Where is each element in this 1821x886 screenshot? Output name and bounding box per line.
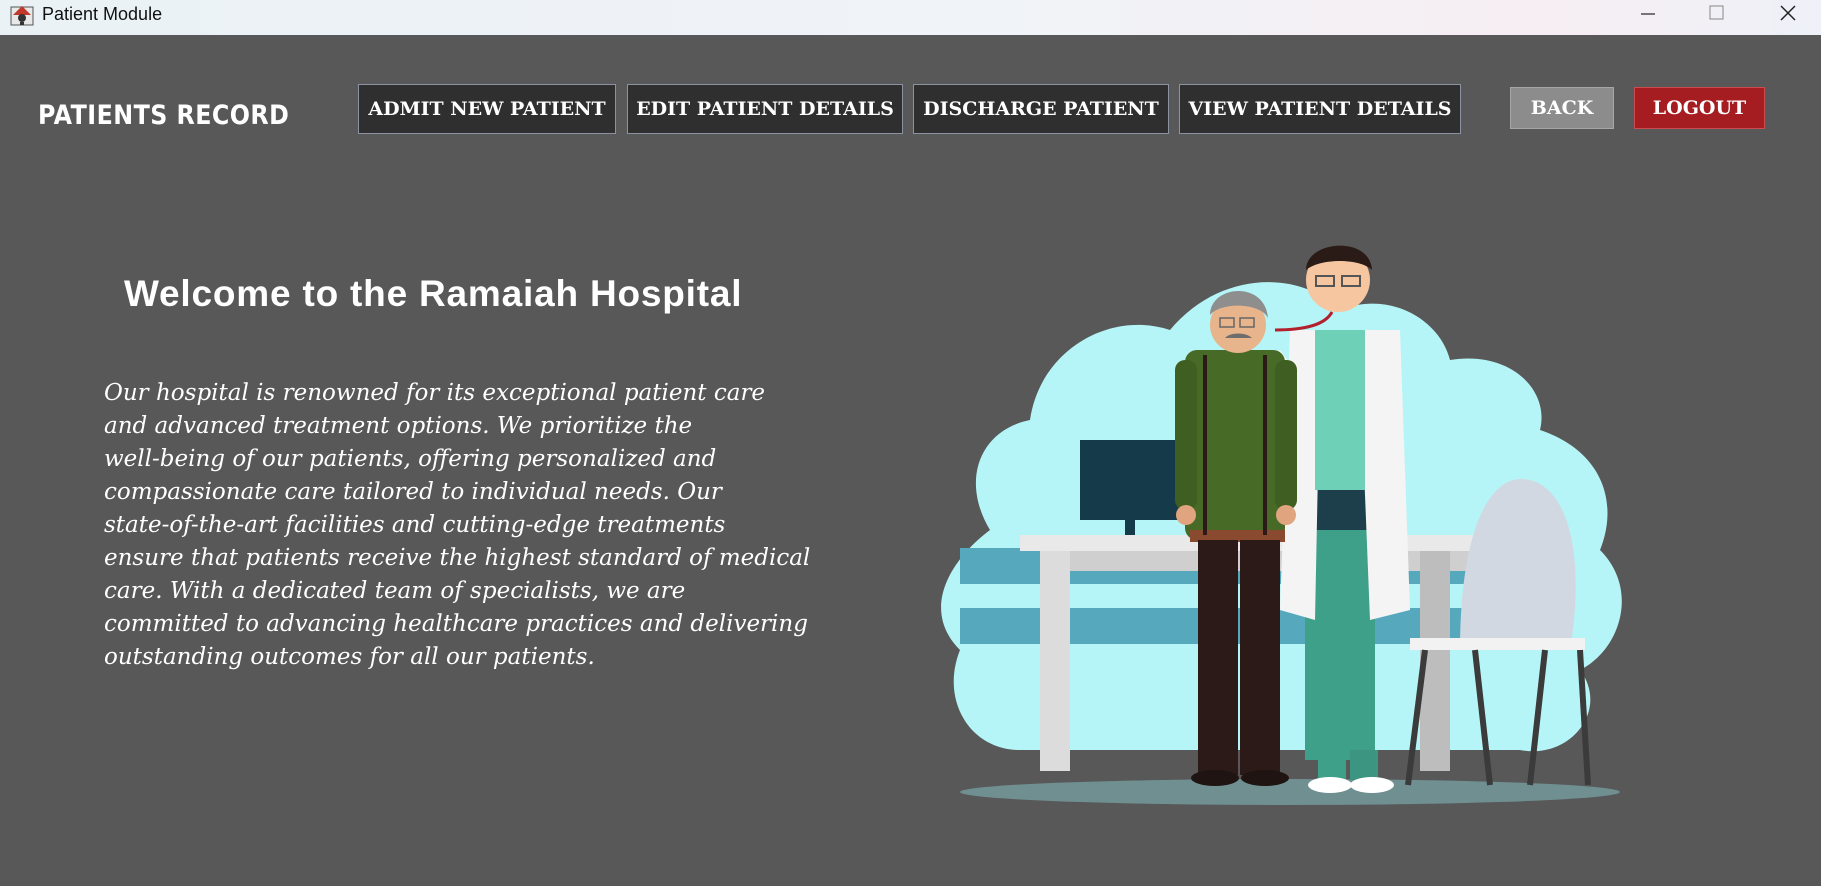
window-titlebar: Patient Module	[0, 0, 1821, 35]
desk-leg	[1040, 551, 1070, 771]
description-line: committed to advancing healthcare practi…	[104, 611, 808, 637]
minimize-icon[interactable]	[1622, 0, 1674, 30]
admit-new-patient-button[interactable]: ADMIT NEW PATIENT	[358, 84, 616, 134]
back-button[interactable]: BACK	[1510, 87, 1614, 129]
discharge-patient-button[interactable]: DISCHARGE PATIENT	[913, 84, 1169, 134]
description-line: care. With a dedicated team of specialis…	[104, 578, 686, 604]
description-line: Our hospital is renowned for its excepti…	[104, 380, 766, 406]
description-line: well-being of our patients, offering per…	[104, 446, 717, 472]
edit-patient-details-button[interactable]: EDIT PATIENT DETAILS	[627, 84, 903, 134]
description-line: outstanding outcomes for all our patient…	[104, 644, 595, 670]
description-line: compassionate care tailored to individua…	[104, 479, 722, 505]
hospital-description: Our hospital is renowned for its excepti…	[104, 377, 811, 674]
close-icon[interactable]	[1762, 0, 1814, 30]
description-line: state-of-the-art facilities and cutting-…	[104, 512, 726, 538]
page-title: PATIENTS RECORD	[38, 100, 290, 131]
view-patient-details-button[interactable]: VIEW PATIENT DETAILS	[1179, 84, 1461, 134]
chair-leg	[1577, 649, 1591, 786]
maximize-icon[interactable]	[1690, 0, 1742, 30]
app-icon	[10, 6, 34, 26]
welcome-heading: Welcome to the Ramaiah Hospital	[124, 273, 743, 314]
window-title: Patient Module	[42, 4, 163, 24]
monitor	[1080, 440, 1180, 520]
chair-seat	[1410, 638, 1585, 650]
ground-shadow	[960, 779, 1620, 805]
logout-button[interactable]: LOGOUT	[1634, 87, 1765, 129]
description-line: ensure that patients receive the highest…	[104, 545, 811, 571]
description-line: and advanced treatment options. We prior…	[104, 413, 693, 439]
doctor-examining-patient-illustration	[941, 245, 1622, 805]
